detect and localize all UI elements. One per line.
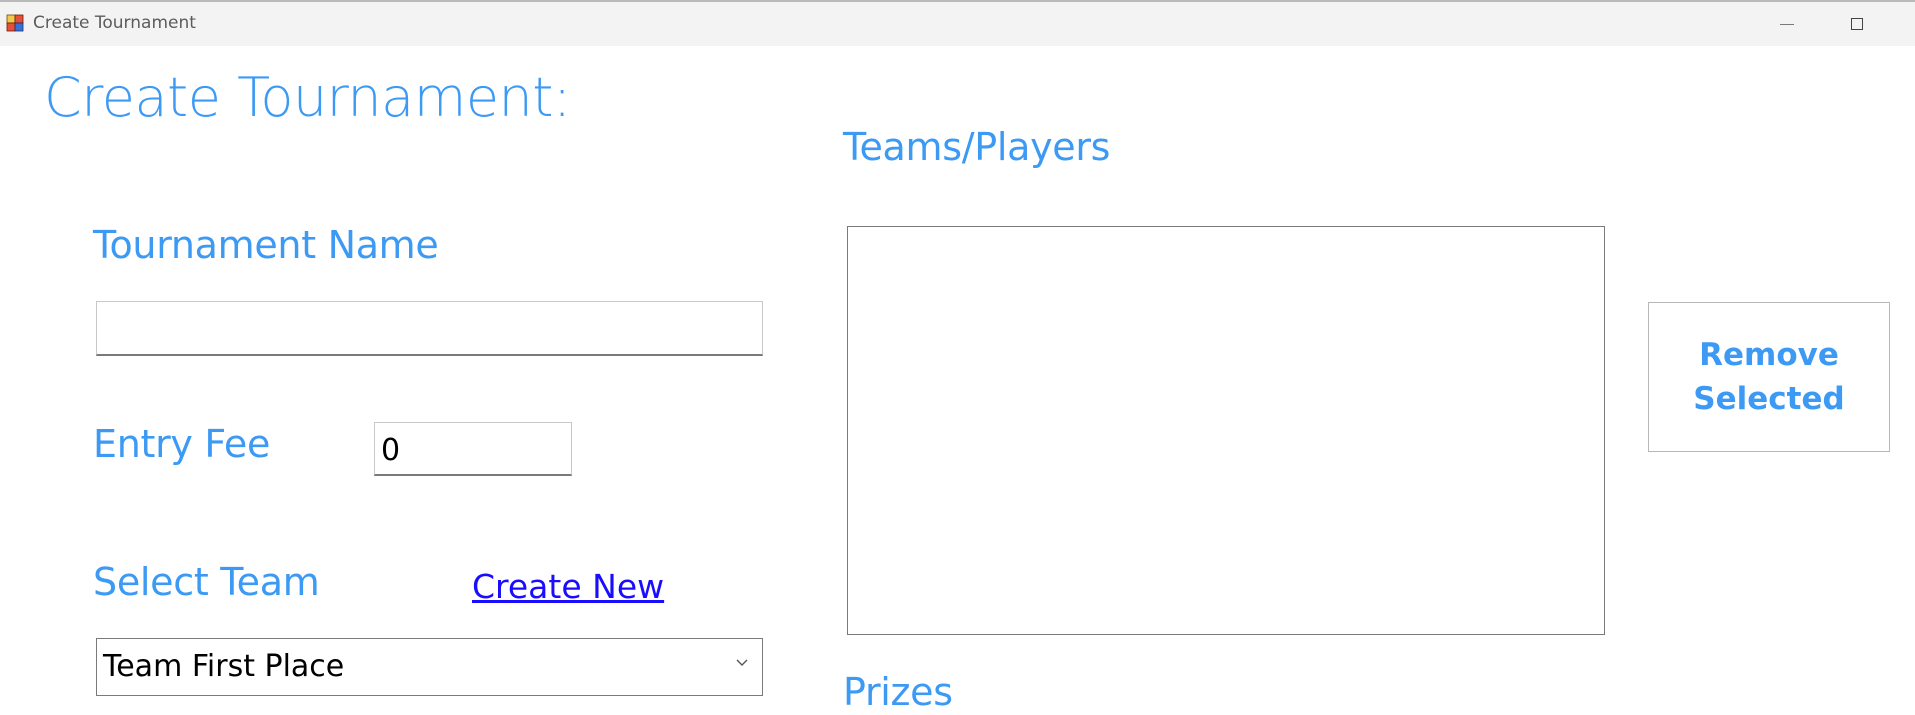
minimize-icon <box>1780 23 1794 25</box>
app-icon <box>6 14 24 32</box>
select-team-label: Select Team <box>93 560 320 604</box>
remove-selected-label: Remove Selected <box>1693 333 1844 421</box>
select-team-dropdown[interactable]: Team First Place <box>96 638 763 696</box>
remove-selected-line2: Selected <box>1693 381 1845 417</box>
page-title: Create Tournament: <box>44 66 571 129</box>
entry-fee-input[interactable]: 0 <box>374 422 572 476</box>
window-title: Create Tournament <box>33 13 196 33</box>
minimize-button[interactable] <box>1752 2 1822 46</box>
create-new-link[interactable]: Create New <box>472 567 664 606</box>
title-bar: Create Tournament <box>0 0 1915 46</box>
teams-players-label: Teams/Players <box>843 125 1111 169</box>
tournament-name-label: Tournament Name <box>93 223 439 267</box>
maximize-button[interactable] <box>1822 2 1892 46</box>
chevron-down-icon <box>736 659 748 666</box>
tournament-name-input[interactable] <box>96 301 763 356</box>
entry-fee-label: Entry Fee <box>93 422 271 466</box>
selected-team-value: Team First Place <box>103 649 345 684</box>
remove-selected-button[interactable]: Remove Selected <box>1648 302 1890 452</box>
remove-selected-line1: Remove <box>1699 337 1839 373</box>
maximize-icon <box>1851 18 1863 30</box>
teams-players-listbox[interactable] <box>847 226 1605 635</box>
prizes-label: Prizes <box>843 670 953 714</box>
